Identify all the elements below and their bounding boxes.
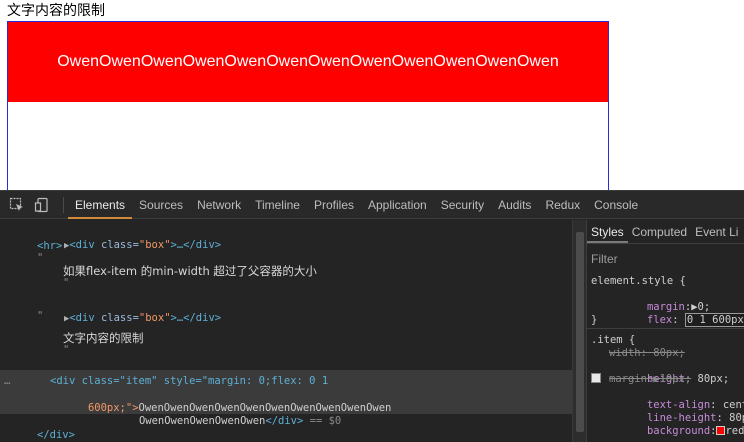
style-prop-width-overridden[interactable]: width: 80px; <box>609 347 685 360</box>
flex-item: OwenOwenOwenOwenOwenOwenOwenOwenOwenOwen… <box>8 22 608 102</box>
tab-network[interactable]: Network <box>190 191 248 219</box>
flex-box-container: OwenOwenOwenOwenOwenOwenOwenOwenOwenOwen… <box>7 21 609 196</box>
tab-audits[interactable]: Audits <box>491 191 538 219</box>
page-heading: 文字内容的限制 <box>7 3 105 19</box>
tab-sources[interactable]: Sources <box>132 191 190 219</box>
style-prop-background[interactable]: background:red; <box>609 412 744 442</box>
tab-console[interactable]: Console <box>587 191 645 219</box>
devtools-tabs: Elements Sources Network Timeline Profil… <box>68 191 645 219</box>
tree-node-close-div[interactable]: </div> <box>37 428 75 442</box>
text-node-heading[interactable]: 文字内容的限制 <box>63 331 144 345</box>
selected-node-line3[interactable]: OwenOwenOwenOwenOwen</div> == $0 <box>101 400 341 442</box>
styles-filter-input[interactable]: Filter <box>591 252 618 266</box>
elements-scrollbar[interactable] <box>572 220 586 442</box>
devtools-toolbar: Elements Sources Network Timeline Profil… <box>0 191 744 219</box>
selected-node-line1[interactable]: <div class="item" style="margin: 0;flex:… <box>50 374 328 388</box>
ellipsis-icon[interactable]: … <box>4 374 10 388</box>
style-prop-margin-overridden[interactable]: margin:▶10px; <box>609 373 691 386</box>
styles-sidebar: Styles Computed Event Li Filter element.… <box>586 220 744 442</box>
tab-elements[interactable]: Elements <box>68 191 133 219</box>
toolbar-divider <box>63 197 64 213</box>
text-node-comment[interactable]: 如果flex-item 的min-width 超过了父容器的大小 <box>63 264 317 278</box>
text-node-quote[interactable]: " <box>63 276 69 290</box>
item-selector: .item { <box>591 334 636 346</box>
inspect-element-icon[interactable] <box>9 197 25 213</box>
tab-security[interactable]: Security <box>434 191 491 219</box>
styles-tabs: Styles Computed Event Li <box>587 220 744 244</box>
tab-redux[interactable]: Redux <box>538 191 587 219</box>
tab-event-listeners[interactable]: Event Li <box>691 220 742 243</box>
property-checkbox[interactable] <box>591 373 601 383</box>
devtools-panel: Elements Sources Network Timeline Profil… <box>0 190 744 442</box>
flex-value-editor[interactable]: 0 1 600px; <box>684 313 744 327</box>
elements-tree: ▶<div class="box">…</div> <hr> " 如果flex-… <box>0 220 572 442</box>
tab-timeline[interactable]: Timeline <box>248 191 307 219</box>
text-node-quote[interactable]: " <box>63 343 69 357</box>
text-node-quote[interactable]: " <box>37 251 43 265</box>
scrollbar-thumb[interactable] <box>576 232 584 432</box>
device-mode-icon[interactable] <box>34 197 50 213</box>
tab-application[interactable]: Application <box>361 191 434 219</box>
tab-styles[interactable]: Styles <box>587 220 628 243</box>
tab-computed[interactable]: Computed <box>628 220 691 243</box>
text-node-quote[interactable]: " <box>37 309 43 323</box>
element-style-selector: element.style { <box>591 275 686 287</box>
close-brace: } <box>591 314 598 326</box>
tab-profiles[interactable]: Profiles <box>307 191 361 219</box>
rule-divider <box>587 328 744 329</box>
